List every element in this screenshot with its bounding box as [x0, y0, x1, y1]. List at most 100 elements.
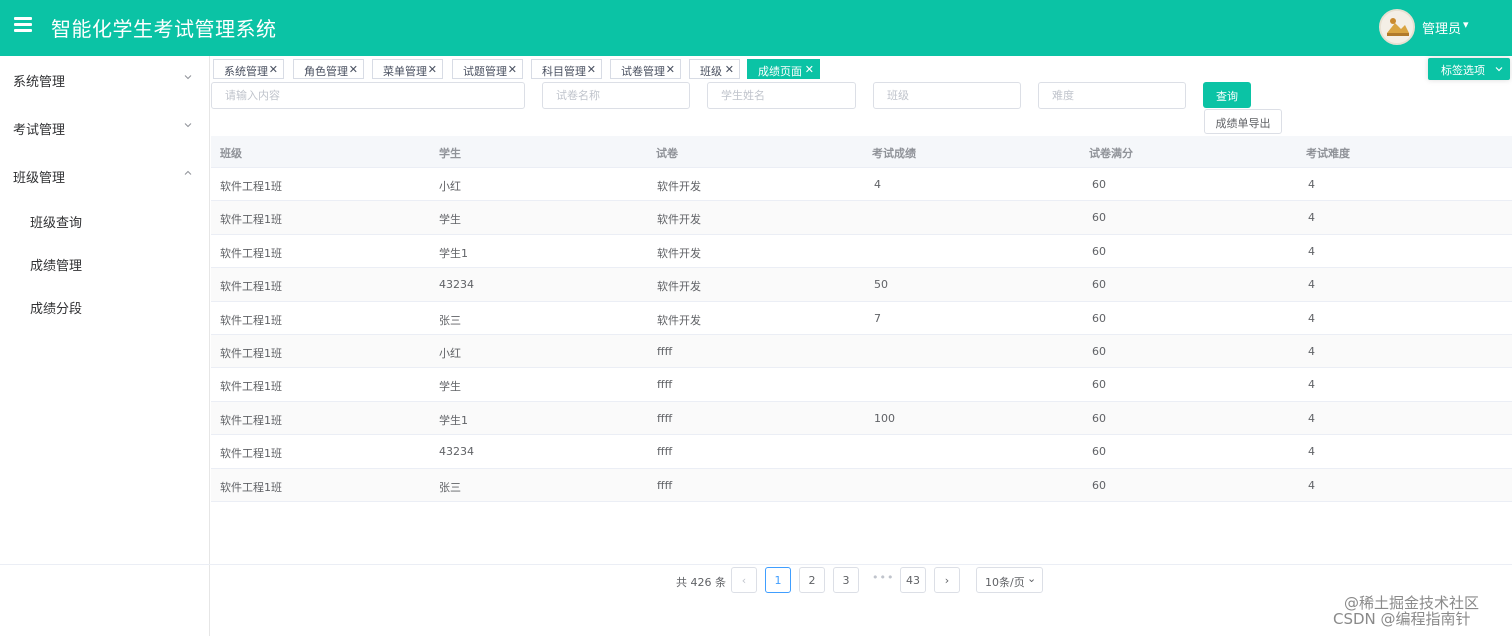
avatar[interactable] — [1379, 9, 1415, 45]
close-icon[interactable]: ✕ — [805, 63, 814, 76]
cell-paper: 软件开发 — [657, 313, 701, 327]
cell-difficulty: 4 — [1308, 445, 1315, 459]
app-header: 智能化学生考试管理系统 管理员 ▾ — [0, 0, 1512, 56]
cell-paper: 软件开发 — [657, 246, 701, 260]
sidebar-group-class[interactable]: 班级管理 — [0, 152, 210, 200]
column-header: 试卷 — [656, 147, 678, 160]
sidebar-group-exam[interactable]: 考试管理 — [0, 104, 210, 152]
tab-role-management[interactable]: 角色管理 ✕ — [293, 59, 364, 79]
cell-paper: 软件开发 — [657, 280, 701, 294]
table-header: 班级 学生 试卷 考试成绩 试卷满分 考试难度 — [211, 136, 1512, 168]
tab-label: 班级 — [700, 65, 722, 78]
table-row[interactable]: 软件工程1班 张三 ffff 60 4 — [211, 468, 1512, 502]
tab-options-button[interactable]: 标签选项 — [1428, 58, 1510, 80]
keyword-search-input[interactable] — [212, 83, 524, 108]
cell-score: 7 — [874, 311, 881, 325]
tab-label: 试题管理 — [463, 65, 507, 78]
tab-menu-management[interactable]: 菜单管理 ✕ — [372, 59, 443, 79]
user-name[interactable]: 管理员 — [1422, 18, 1461, 37]
page-size-select[interactable]: 10条/页 ⌄ — [976, 567, 1043, 593]
column-header: 学生 — [439, 147, 461, 160]
sidebar-item-score-segments[interactable]: 成绩分段 — [0, 285, 210, 327]
cell-paper: 软件开发 — [657, 180, 701, 193]
cell-student: 43234 — [439, 278, 474, 292]
close-icon[interactable]: ✕ — [269, 63, 278, 76]
table-row[interactable]: 软件工程1班 43234 软件开发 50 60 4 — [211, 268, 1512, 302]
cell-student: 学生 — [439, 213, 461, 227]
tab-label: 科目管理 — [542, 65, 586, 78]
more-pages-icon[interactable]: ••• — [872, 571, 894, 584]
tab-score-page[interactable]: 成绩页面 ✕ — [747, 59, 820, 79]
student-name-field[interactable] — [707, 82, 856, 109]
cell-student: 张三 — [439, 480, 461, 494]
class-field[interactable] — [873, 82, 1021, 109]
close-icon[interactable]: ✕ — [587, 63, 596, 76]
next-page-button[interactable]: › — [934, 567, 960, 593]
cell-difficulty: 4 — [1308, 311, 1315, 325]
sidebar-group-label: 系统管理 — [13, 75, 66, 90]
cell-class: 软件工程1班 — [220, 180, 282, 193]
cell-paper: ffff — [657, 411, 673, 425]
page-button-3[interactable]: 3 — [833, 567, 859, 593]
table-row[interactable]: 软件工程1班 小红 ffff 60 4 — [211, 334, 1512, 369]
cell-paper: ffff — [657, 344, 673, 358]
export-scores-button[interactable]: 成绩单导出 — [1204, 109, 1282, 134]
cell-difficulty: 4 — [1308, 211, 1315, 225]
tab-subject-management[interactable]: 科目管理 ✕ — [531, 59, 602, 79]
sidebar: 系统管理 考试管理 班级管理 班级查询 成绩管理 成绩分段 — [0, 56, 210, 636]
table-row[interactable]: 软件工程1班 学生 软件开发 60 4 — [211, 201, 1512, 235]
table-row[interactable]: 软件工程1班 张三 软件开发 7 60 4 — [211, 302, 1512, 335]
cell-paper: ffff — [657, 378, 673, 392]
cell-full-score: 60 — [1092, 344, 1106, 358]
cell-student: 小红 — [439, 180, 461, 193]
sidebar-item-label: 班级查询 — [30, 216, 83, 231]
cell-full-score: 60 — [1092, 311, 1106, 325]
tab-paper-management[interactable]: 试卷管理 ✕ — [610, 59, 681, 79]
user-caret-icon[interactable]: ▾ — [1463, 18, 1469, 31]
close-icon[interactable]: ✕ — [666, 63, 675, 76]
scores-table: 班级 学生 试卷 考试成绩 试卷满分 考试难度 软件工程1班 小红 软件开发 4… — [211, 136, 1512, 502]
cell-difficulty: 4 — [1308, 278, 1315, 292]
cell-paper: 软件开发 — [657, 213, 701, 227]
page-button-2[interactable]: 2 — [799, 567, 825, 593]
table-row[interactable]: 软件工程1班 学生1 软件开发 60 4 — [211, 235, 1512, 269]
table-row[interactable]: 软件工程1班 学生1 ffff 100 60 4 — [211, 401, 1512, 436]
close-icon[interactable]: ✕ — [428, 63, 437, 76]
cell-class: 软件工程1班 — [220, 246, 282, 260]
table-row[interactable]: 软件工程1班 43234 ffff 60 4 — [211, 435, 1512, 469]
cell-full-score: 60 — [1092, 244, 1106, 258]
cell-difficulty: 4 — [1308, 178, 1315, 191]
sidebar-group-system[interactable]: 系统管理 — [0, 56, 210, 104]
student-name-input[interactable] — [708, 83, 855, 108]
cell-paper: ffff — [657, 478, 673, 492]
sidebar-item-score-management[interactable]: 成绩管理 — [0, 242, 210, 284]
cell-student: 小红 — [439, 346, 461, 360]
tab-question-management[interactable]: 试题管理 ✕ — [452, 59, 523, 79]
class-input[interactable] — [874, 83, 1020, 108]
tab-system-management[interactable]: 系统管理 ✕ — [213, 59, 284, 79]
paper-name-input[interactable] — [543, 83, 689, 108]
keyword-search-field[interactable] — [211, 82, 525, 109]
difficulty-field[interactable] — [1038, 82, 1186, 109]
table-row[interactable]: 软件工程1班 小红 软件开发 4 60 4 — [211, 168, 1512, 202]
close-icon[interactable]: ✕ — [725, 63, 734, 76]
watermark-line-1: @稀土掘金技术社区 — [1344, 594, 1480, 612]
close-icon[interactable]: ✕ — [508, 63, 517, 76]
close-icon[interactable]: ✕ — [349, 63, 358, 76]
tab-label: 试卷管理 — [621, 65, 665, 78]
hamburger-menu-icon[interactable] — [14, 17, 32, 33]
difficulty-input[interactable] — [1039, 83, 1185, 108]
table-row[interactable]: 软件工程1班 学生 ffff 60 4 — [211, 368, 1512, 402]
page-button-last[interactable]: 43 — [900, 567, 926, 593]
avatar-image-icon — [1381, 11, 1413, 43]
cell-difficulty: 4 — [1308, 478, 1315, 492]
column-header: 考试难度 — [1306, 147, 1350, 160]
cell-full-score: 60 — [1092, 211, 1106, 225]
tab-class[interactable]: 班级 ✕ — [689, 59, 740, 79]
paper-name-field[interactable] — [542, 82, 690, 109]
sidebar-group-label: 考试管理 — [13, 123, 66, 138]
page-button-1[interactable]: 1 — [765, 567, 791, 593]
prev-page-button[interactable]: ‹ — [731, 567, 757, 593]
sidebar-item-class-query[interactable]: 班级查询 — [0, 199, 210, 241]
query-button[interactable]: 查询 — [1203, 82, 1251, 108]
